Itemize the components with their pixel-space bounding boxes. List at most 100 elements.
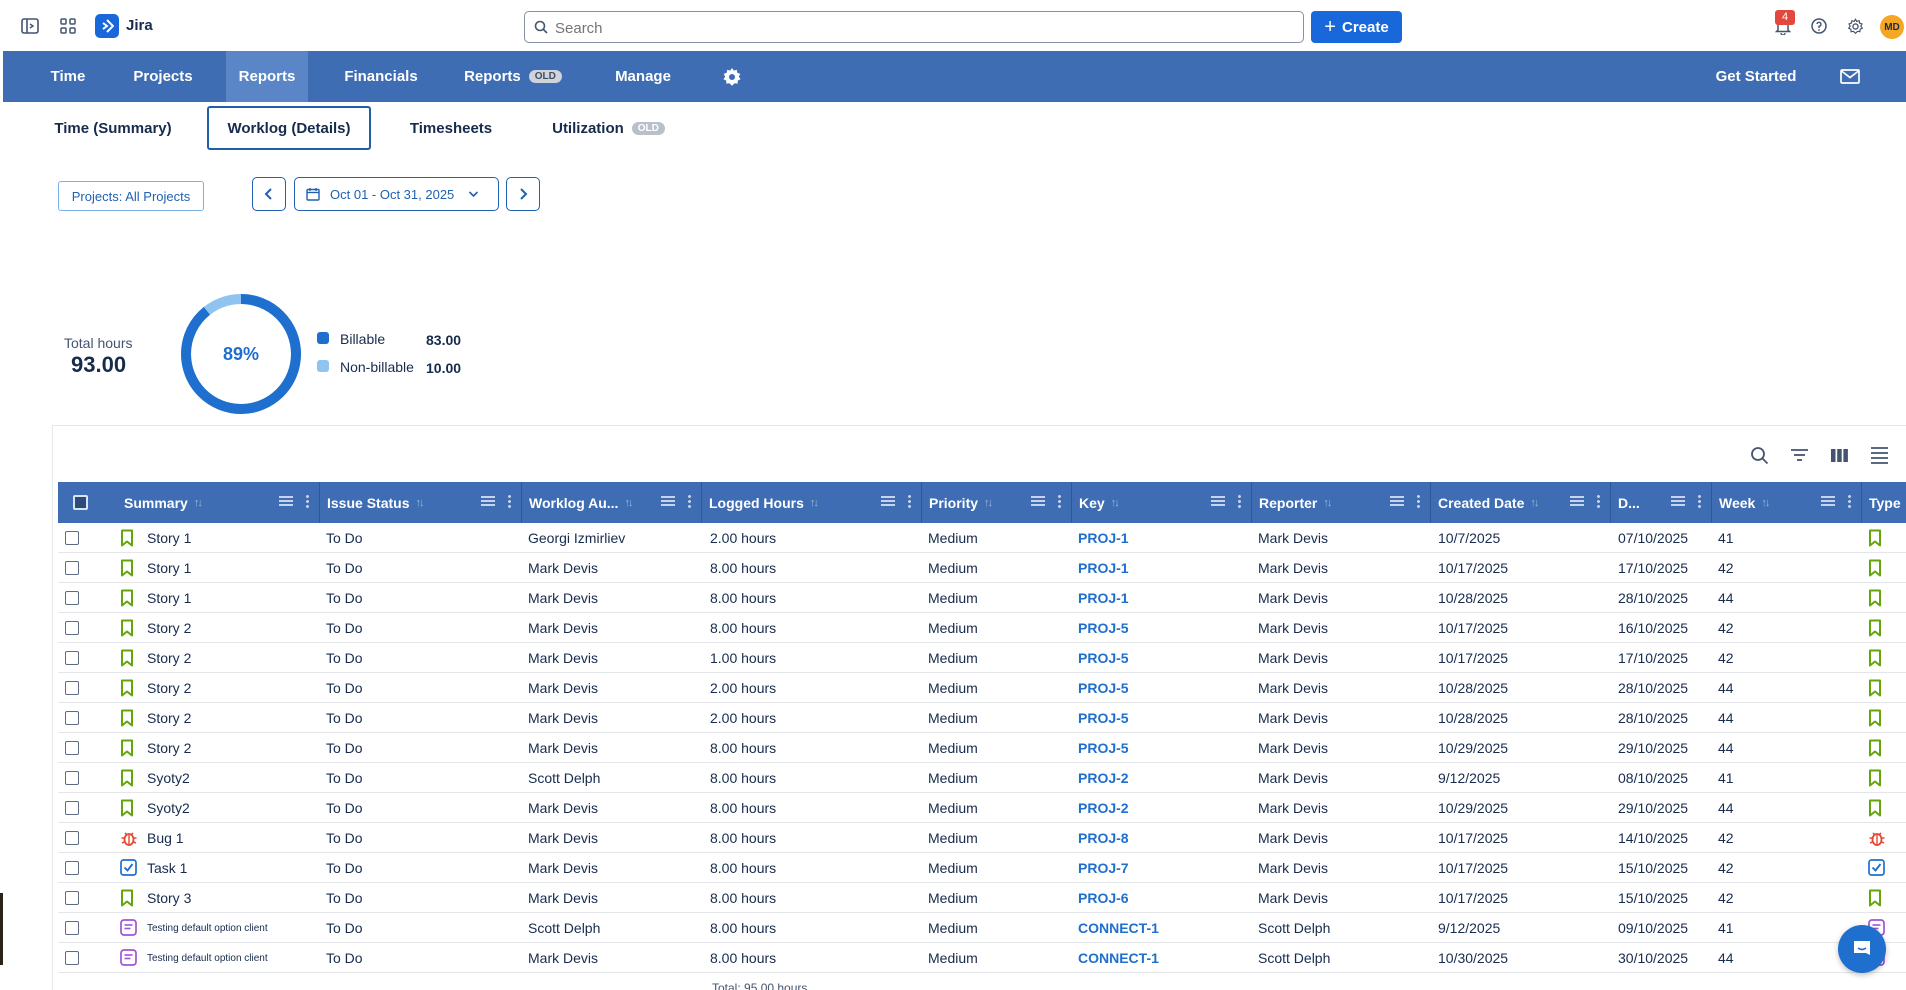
issue-key-link[interactable]: CONNECT-1 <box>1078 943 1248 973</box>
sort-icon[interactable]: ↑↓ <box>810 497 819 509</box>
column-menu-icon[interactable] <box>688 494 691 509</box>
row-checkbox[interactable] <box>65 591 79 605</box>
columns-icon[interactable] <box>1827 443 1851 467</box>
app-switcher-icon[interactable] <box>56 14 80 38</box>
filter-icon[interactable] <box>1787 443 1811 467</box>
column-header-logged-hours[interactable]: Logged Hours ↑↓ <box>702 482 922 523</box>
nav-settings-gear-icon[interactable] <box>715 51 749 102</box>
sort-icon[interactable]: ↑↓ <box>624 497 633 509</box>
nav-item-financials[interactable]: Financials <box>326 51 436 102</box>
table-row[interactable]: Story 1 To Do Mark Devis 8.00 hours Medium PR… <box>58 553 1906 583</box>
table-row[interactable]: Story 2 To Do Mark Devis 8.00 hours Medium PR… <box>58 613 1906 643</box>
help-icon[interactable] <box>1807 14 1831 38</box>
sort-icon[interactable]: ↑↓ <box>415 497 424 509</box>
table-row[interactable]: Testing default option client To Do Scott … <box>58 913 1906 943</box>
row-checkbox[interactable] <box>65 891 79 905</box>
column-menu-icon[interactable] <box>908 494 911 509</box>
row-checkbox[interactable] <box>65 531 79 545</box>
drag-handle-icon[interactable] <box>481 496 495 506</box>
search-box[interactable] <box>524 11 1304 43</box>
drag-handle-icon[interactable] <box>1390 496 1404 506</box>
drag-handle-icon[interactable] <box>1211 496 1225 506</box>
tab-timesheets[interactable]: Timesheets <box>396 106 506 150</box>
column-menu-icon[interactable] <box>1417 494 1420 509</box>
column-menu-icon[interactable] <box>1698 494 1701 509</box>
table-row[interactable]: Story 2 To Do Mark Devis 1.00 hours Medium PR… <box>58 643 1906 673</box>
create-button[interactable]: + Create <box>1311 11 1402 43</box>
sort-icon[interactable]: ↑↓ <box>1323 497 1332 509</box>
issue-key-link[interactable]: PROJ-5 <box>1078 643 1248 673</box>
column-header-reporter[interactable]: Reporter ↑↓ <box>1252 482 1431 523</box>
next-period-button[interactable] <box>506 177 540 211</box>
column-menu-icon[interactable] <box>508 494 511 509</box>
column-menu-icon[interactable] <box>1597 494 1600 509</box>
previous-period-button[interactable] <box>252 177 286 211</box>
row-checkbox[interactable] <box>65 801 79 815</box>
table-row[interactable]: Syoty2 To Do Mark Devis 8.00 hours Medium PRO… <box>58 793 1906 823</box>
drag-handle-icon[interactable] <box>881 496 895 506</box>
row-checkbox[interactable] <box>65 681 79 695</box>
row-checkbox[interactable] <box>65 741 79 755</box>
drag-handle-icon[interactable] <box>1570 496 1584 506</box>
row-checkbox[interactable] <box>65 951 79 965</box>
row-checkbox[interactable] <box>65 921 79 935</box>
column-menu-icon[interactable] <box>1848 494 1851 509</box>
column-header-issue-status[interactable]: Issue Status ↑↓ <box>320 482 522 523</box>
sort-icon[interactable]: ↑↓ <box>194 497 203 509</box>
row-checkbox[interactable] <box>65 621 79 635</box>
nav-item-projects[interactable]: Projects <box>113 51 213 102</box>
column-header-type[interactable]: Type <box>1862 482 1906 523</box>
drag-handle-icon[interactable] <box>1671 496 1685 506</box>
column-header-date[interactable]: D... <box>1611 482 1712 523</box>
column-menu-icon[interactable] <box>306 494 309 509</box>
sidebar-toggle-icon[interactable] <box>18 14 42 38</box>
issue-key-link[interactable]: PROJ-5 <box>1078 613 1248 643</box>
sort-icon[interactable]: ↑↓ <box>1530 497 1539 509</box>
nav-item-time[interactable]: Time <box>28 51 108 102</box>
tab-worklog-details[interactable]: Worklog (Details) <box>207 106 371 150</box>
jira-logo-icon[interactable] <box>95 14 119 38</box>
issue-key-link[interactable]: PROJ-8 <box>1078 823 1248 853</box>
nav-item-reports[interactable]: Reports <box>226 51 308 102</box>
chat-support-button[interactable] <box>1838 925 1886 973</box>
issue-key-link[interactable]: PROJ-5 <box>1078 733 1248 763</box>
drag-handle-icon[interactable] <box>1031 496 1045 506</box>
table-search-icon[interactable] <box>1747 443 1771 467</box>
tab-time-summary[interactable]: Time (Summary) <box>47 106 179 150</box>
issue-key-link[interactable]: PROJ-1 <box>1078 553 1248 583</box>
table-row[interactable]: Story 2 To Do Mark Devis 2.00 hours Medium PR… <box>58 673 1906 703</box>
issue-key-link[interactable]: CONNECT-1 <box>1078 913 1248 943</box>
settings-gear-icon[interactable] <box>1843 14 1867 38</box>
column-menu-icon[interactable] <box>1238 494 1241 509</box>
mail-icon[interactable] <box>1833 51 1867 102</box>
row-checkbox[interactable] <box>65 651 79 665</box>
issue-key-link[interactable]: PROJ-5 <box>1078 673 1248 703</box>
table-row[interactable]: Syoty2 To Do Scott Delph 8.00 hours Medium PR… <box>58 763 1906 793</box>
column-header-summary[interactable]: Summary ↑↓ <box>117 482 320 523</box>
projects-filter-button[interactable]: Projects: All Projects <box>58 181 204 211</box>
issue-key-link[interactable]: PROJ-7 <box>1078 853 1248 883</box>
drag-handle-icon[interactable] <box>279 496 293 506</box>
get-started-link[interactable]: Get Started <box>1701 51 1811 102</box>
sort-icon[interactable]: ↑↓ <box>1111 497 1120 509</box>
row-checkbox[interactable] <box>65 711 79 725</box>
user-avatar[interactable]: MD <box>1880 15 1904 39</box>
table-row[interactable]: Story 1 To Do Mark Devis 8.00 hours Medium PR… <box>58 583 1906 613</box>
row-checkbox[interactable] <box>65 561 79 575</box>
table-row[interactable]: Testing default option client To Do Mark D… <box>58 943 1906 973</box>
column-header-created-date[interactable]: Created Date ↑↓ <box>1431 482 1611 523</box>
issue-key-link[interactable]: PROJ-2 <box>1078 793 1248 823</box>
tab-utilization[interactable]: Utilization OLD <box>541 106 676 150</box>
row-checkbox[interactable] <box>65 861 79 875</box>
column-header-week[interactable]: Week ↑↓ <box>1712 482 1862 523</box>
sort-icon[interactable]: ↑↓ <box>1761 497 1770 509</box>
table-row[interactable]: Story 1 To Do Georgi Izmirliev 2.00 hours Me… <box>58 523 1906 553</box>
row-checkbox[interactable] <box>65 831 79 845</box>
column-menu-icon[interactable] <box>1058 494 1061 509</box>
issue-key-link[interactable]: PROJ-6 <box>1078 883 1248 913</box>
table-row[interactable]: Story 2 To Do Mark Devis 8.00 hours Medium PR… <box>58 733 1906 763</box>
column-header-key[interactable]: Key ↑↓ <box>1072 482 1252 523</box>
table-row[interactable]: Task 1 To Do Mark Devis 8.00 hours Medium PRO… <box>58 853 1906 883</box>
nav-item-reports-old[interactable]: Reports OLD <box>458 51 568 102</box>
issue-key-link[interactable]: PROJ-5 <box>1078 703 1248 733</box>
